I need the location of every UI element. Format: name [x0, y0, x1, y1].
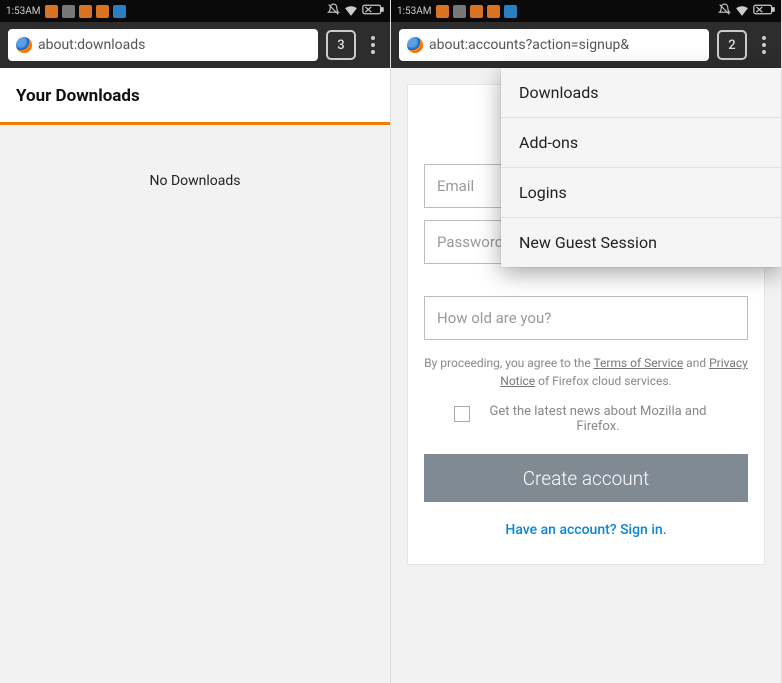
menu-item-downloads[interactable]: Downloads: [501, 68, 781, 118]
tray-icon: [470, 5, 483, 18]
alarm-off-icon: [327, 3, 340, 19]
newsletter-row[interactable]: Get the latest news about Mozilla and Fi…: [424, 404, 748, 434]
tabs-button[interactable]: 2: [717, 30, 747, 60]
status-time: 1:53AM: [397, 6, 432, 17]
battery-icon: [362, 4, 384, 18]
legal-text: By proceeding, you agree to the Terms of…: [424, 354, 748, 390]
screenshot-left: 1:53AM about:downloads 3: [0, 0, 391, 683]
tray-icon: [113, 5, 126, 18]
status-time: 1:53AM: [6, 6, 41, 17]
overflow-menu: Downloads Add-ons Logins New Guest Sessi…: [501, 68, 781, 267]
menu-item-addons[interactable]: Add-ons: [501, 118, 781, 168]
downloads-page: Your Downloads No Downloads: [0, 68, 390, 683]
browser-chrome: about:downloads 3: [0, 22, 390, 68]
menu-button[interactable]: [364, 33, 382, 57]
menu-item-guest[interactable]: New Guest Session: [501, 218, 781, 267]
tray-icon: [453, 5, 466, 18]
tray-icon: [436, 5, 449, 18]
menu-button[interactable]: [755, 33, 773, 57]
tray-icon: [504, 5, 517, 18]
signin-link[interactable]: Have an account? Sign in.: [424, 522, 748, 538]
firefox-icon: [407, 37, 423, 53]
url-text: about:accounts?action=signup&: [429, 37, 629, 53]
page-title: Your Downloads: [0, 68, 390, 125]
url-text: about:downloads: [38, 37, 145, 53]
tray-icon: [45, 5, 58, 18]
menu-item-logins[interactable]: Logins: [501, 168, 781, 218]
url-bar[interactable]: about:downloads: [8, 29, 318, 61]
browser-chrome: about:accounts?action=signup& 2: [391, 22, 781, 68]
tray-icon: [79, 5, 92, 18]
battery-icon: [753, 4, 775, 18]
status-bar: 1:53AM: [391, 0, 781, 22]
screenshot-right: 1:53AM about:accounts?action=signup& 2: [391, 0, 782, 683]
placeholder: Password: [437, 233, 503, 251]
wifi-icon: [344, 4, 358, 19]
wifi-icon: [735, 4, 749, 19]
age-field[interactable]: How old are you?: [424, 296, 748, 340]
url-bar[interactable]: about:accounts?action=signup&: [399, 29, 709, 61]
create-account-button[interactable]: Create account: [424, 454, 748, 502]
placeholder: How old are you?: [437, 309, 551, 327]
alarm-off-icon: [718, 3, 731, 19]
tray-icon: [62, 5, 75, 18]
tos-link[interactable]: Terms of Service: [593, 356, 683, 370]
newsletter-label: Get the latest news about Mozilla and Fi…: [478, 404, 718, 434]
placeholder: Email: [437, 177, 474, 195]
firefox-icon: [16, 37, 32, 53]
tray-icon: [96, 5, 109, 18]
tabs-button[interactable]: 3: [326, 30, 356, 60]
tray-icon: [487, 5, 500, 18]
empty-state: No Downloads: [0, 125, 390, 189]
newsletter-checkbox[interactable]: [454, 406, 470, 422]
status-bar: 1:53AM: [0, 0, 390, 22]
